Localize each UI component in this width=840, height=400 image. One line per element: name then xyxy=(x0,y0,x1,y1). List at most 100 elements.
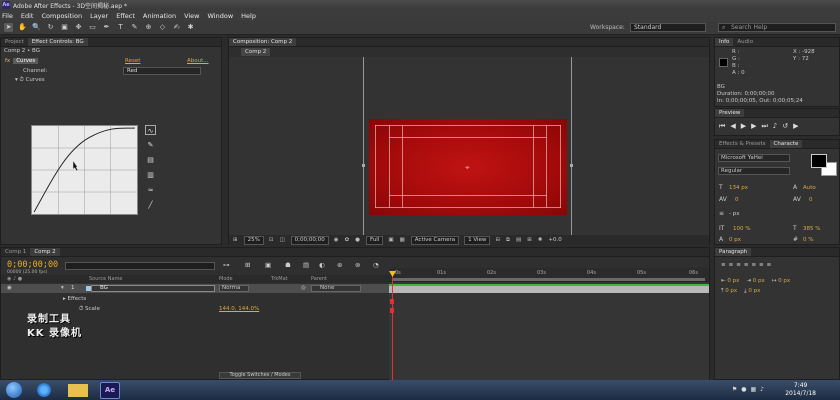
pixel-aspect-icon[interactable]: ⊟ xyxy=(495,237,500,243)
expand-arrow-icon[interactable]: ▾ xyxy=(61,285,64,291)
audio-icon[interactable]: ♪ xyxy=(773,122,782,130)
taskbar-explorer[interactable] xyxy=(66,382,90,399)
work-area-bar[interactable] xyxy=(393,278,705,281)
transparency-grid-icon[interactable]: ▦ xyxy=(400,237,405,243)
taskbar-after-effects[interactable]: Ae xyxy=(100,381,120,399)
safe-zones-icon[interactable]: ⊡ xyxy=(269,237,274,243)
blend-mode-select[interactable]: Norma xyxy=(219,285,249,292)
justify-center-icon[interactable]: ≡ xyxy=(751,262,759,268)
stroke-width-value[interactable]: - px xyxy=(729,211,739,217)
save-curve-icon[interactable]: ▥ xyxy=(145,170,156,180)
next-frame-icon[interactable]: ▶ xyxy=(751,122,761,130)
hide-shy-icon[interactable]: ☗ xyxy=(285,261,291,269)
zoom-tool-icon[interactable]: 🔍 xyxy=(32,23,41,32)
font-family-select[interactable]: Microsoft YaHei xyxy=(718,154,790,162)
scale-value[interactable]: 144.0, 144.0% xyxy=(219,306,259,312)
tray-volume-icon[interactable]: ♪ xyxy=(760,386,768,393)
first-frame-icon[interactable]: ⏮ xyxy=(719,122,730,130)
motion-blur-icon[interactable]: ◐ xyxy=(319,261,325,269)
layer-handle[interactable] xyxy=(570,164,573,167)
menu-animation[interactable]: Animation xyxy=(143,12,176,20)
tab-effects-presets[interactable]: Effects & Presets xyxy=(715,140,770,148)
smooth-curve-icon[interactable]: ≈ xyxy=(145,185,156,195)
tab-audio[interactable]: Audio xyxy=(733,38,757,46)
column-parent[interactable]: Parent xyxy=(311,276,327,282)
channel-icon[interactable]: ● xyxy=(355,237,360,243)
font-style-select[interactable]: Regular xyxy=(718,167,790,175)
tsume-value[interactable]: 0 % xyxy=(803,237,813,243)
menu-edit[interactable]: Edit xyxy=(21,12,34,20)
indent-left-value[interactable]: 0 px xyxy=(727,278,739,284)
curve-pencil-icon[interactable]: ✎ xyxy=(145,140,156,150)
show-snapshot-icon[interactable]: ✿ xyxy=(345,237,350,243)
align-right-icon[interactable]: ≡ xyxy=(736,262,744,268)
comp-mini-flowchart-icon[interactable]: ⊶ xyxy=(223,261,230,269)
composition-viewer[interactable]: ⌖ xyxy=(229,57,709,235)
scale-property[interactable]: ⏱ Scale xyxy=(79,306,100,313)
text-tool-icon[interactable]: T xyxy=(116,23,125,32)
selection-tool-icon[interactable]: ➤ xyxy=(4,23,13,32)
auto-keyframe-icon[interactable]: ◔ xyxy=(373,261,379,269)
menu-effect[interactable]: Effect xyxy=(116,12,135,20)
indent-right-value[interactable]: 0 px xyxy=(753,278,765,284)
tab-info[interactable]: Info xyxy=(715,38,734,46)
menu-layer[interactable]: Layer xyxy=(90,12,108,20)
keyframe-icon[interactable] xyxy=(390,299,394,304)
tray-flag-icon[interactable]: ⚑ xyxy=(732,386,741,393)
reset-link[interactable]: Reset xyxy=(125,58,140,64)
last-frame-icon[interactable]: ⏭ xyxy=(761,122,772,130)
kerning-value[interactable]: 0 xyxy=(735,197,739,203)
playhead[interactable] xyxy=(392,274,393,380)
tab-comp-2[interactable]: Comp 2 xyxy=(30,248,60,256)
timeline-icon[interactable]: ▤ xyxy=(516,237,521,243)
pan-behind-tool-icon[interactable]: ✥ xyxy=(74,23,83,32)
camera-tool-icon[interactable]: ▣ xyxy=(60,23,69,32)
layer-duration-bar[interactable] xyxy=(389,284,709,293)
keyframe-icon[interactable] xyxy=(390,308,394,313)
layer-name-field[interactable]: BG xyxy=(91,285,215,292)
reset-curve-icon[interactable]: ╱ xyxy=(145,200,156,210)
exposure-value[interactable]: +0.0 xyxy=(548,237,561,243)
tab-project[interactable]: Project xyxy=(1,38,28,46)
always-preview-icon[interactable]: ⊞ xyxy=(233,237,238,243)
prev-frame-icon[interactable]: ◀ xyxy=(730,122,740,130)
effect-curves-header[interactable]: fx Curves xyxy=(5,58,39,64)
layer-handle[interactable] xyxy=(362,164,365,167)
tab-effect-controls[interactable]: Effect Controls: BG xyxy=(27,38,88,46)
fill-color-swatch[interactable] xyxy=(811,154,827,168)
region-icon[interactable]: ▣ xyxy=(388,237,393,243)
justify-all-icon[interactable]: ≡ xyxy=(767,262,775,268)
about-link[interactable]: About... xyxy=(187,58,209,64)
taskbar-ie[interactable] xyxy=(32,382,56,399)
vertical-scale-value[interactable]: 100 % xyxy=(733,226,750,232)
align-left-icon[interactable]: ≡ xyxy=(721,262,729,268)
draft-3d-icon[interactable]: ▣ xyxy=(265,261,271,269)
tab-paragraph[interactable]: Paragraph xyxy=(715,248,752,256)
clone-tool-icon[interactable]: ⊕ xyxy=(144,23,153,32)
frame-blending-icon[interactable]: ▤ xyxy=(303,261,309,269)
hand-tool-icon[interactable]: ✋ xyxy=(18,23,27,32)
tracking-value[interactable]: 0 xyxy=(809,197,813,203)
time-ruler[interactable]: 0s 01s 02s 03s 04s 05s 06s xyxy=(389,268,709,282)
comp-subtab[interactable]: Comp 2 xyxy=(241,48,271,56)
effects-group[interactable]: ▸ Effects xyxy=(63,296,86,302)
tab-character[interactable]: Characte xyxy=(769,140,803,148)
layer-row[interactable]: ◉ ▾ 1 BG Norma ◎ None xyxy=(1,284,389,293)
flowchart-icon[interactable]: ⊞ xyxy=(527,237,532,243)
brush-tool-icon[interactable]: ✎ xyxy=(130,23,139,32)
column-source-name[interactable]: Source Name xyxy=(89,276,123,282)
live-update-icon[interactable]: ⊞ xyxy=(245,261,250,269)
tray-network-icon[interactable]: ▦ xyxy=(750,386,760,393)
visibility-eye-icon[interactable]: ◉ xyxy=(7,285,12,291)
eraser-tool-icon[interactable]: ◇ xyxy=(158,23,167,32)
menu-view[interactable]: View xyxy=(184,12,199,20)
start-button-icon[interactable] xyxy=(6,382,22,398)
tab-comp-1[interactable]: Comp 1 xyxy=(1,248,30,256)
ram-preview-icon[interactable]: ▶ xyxy=(793,122,803,130)
column-mode[interactable]: Mode xyxy=(219,276,233,282)
curve-bezier-icon[interactable]: ∿ xyxy=(145,125,156,135)
camera-select[interactable]: Active Camera xyxy=(410,235,460,245)
font-size-value[interactable]: 134 px xyxy=(729,185,748,191)
play-icon[interactable]: ▶ xyxy=(741,122,751,130)
workspace-select[interactable]: Standard xyxy=(630,23,706,32)
